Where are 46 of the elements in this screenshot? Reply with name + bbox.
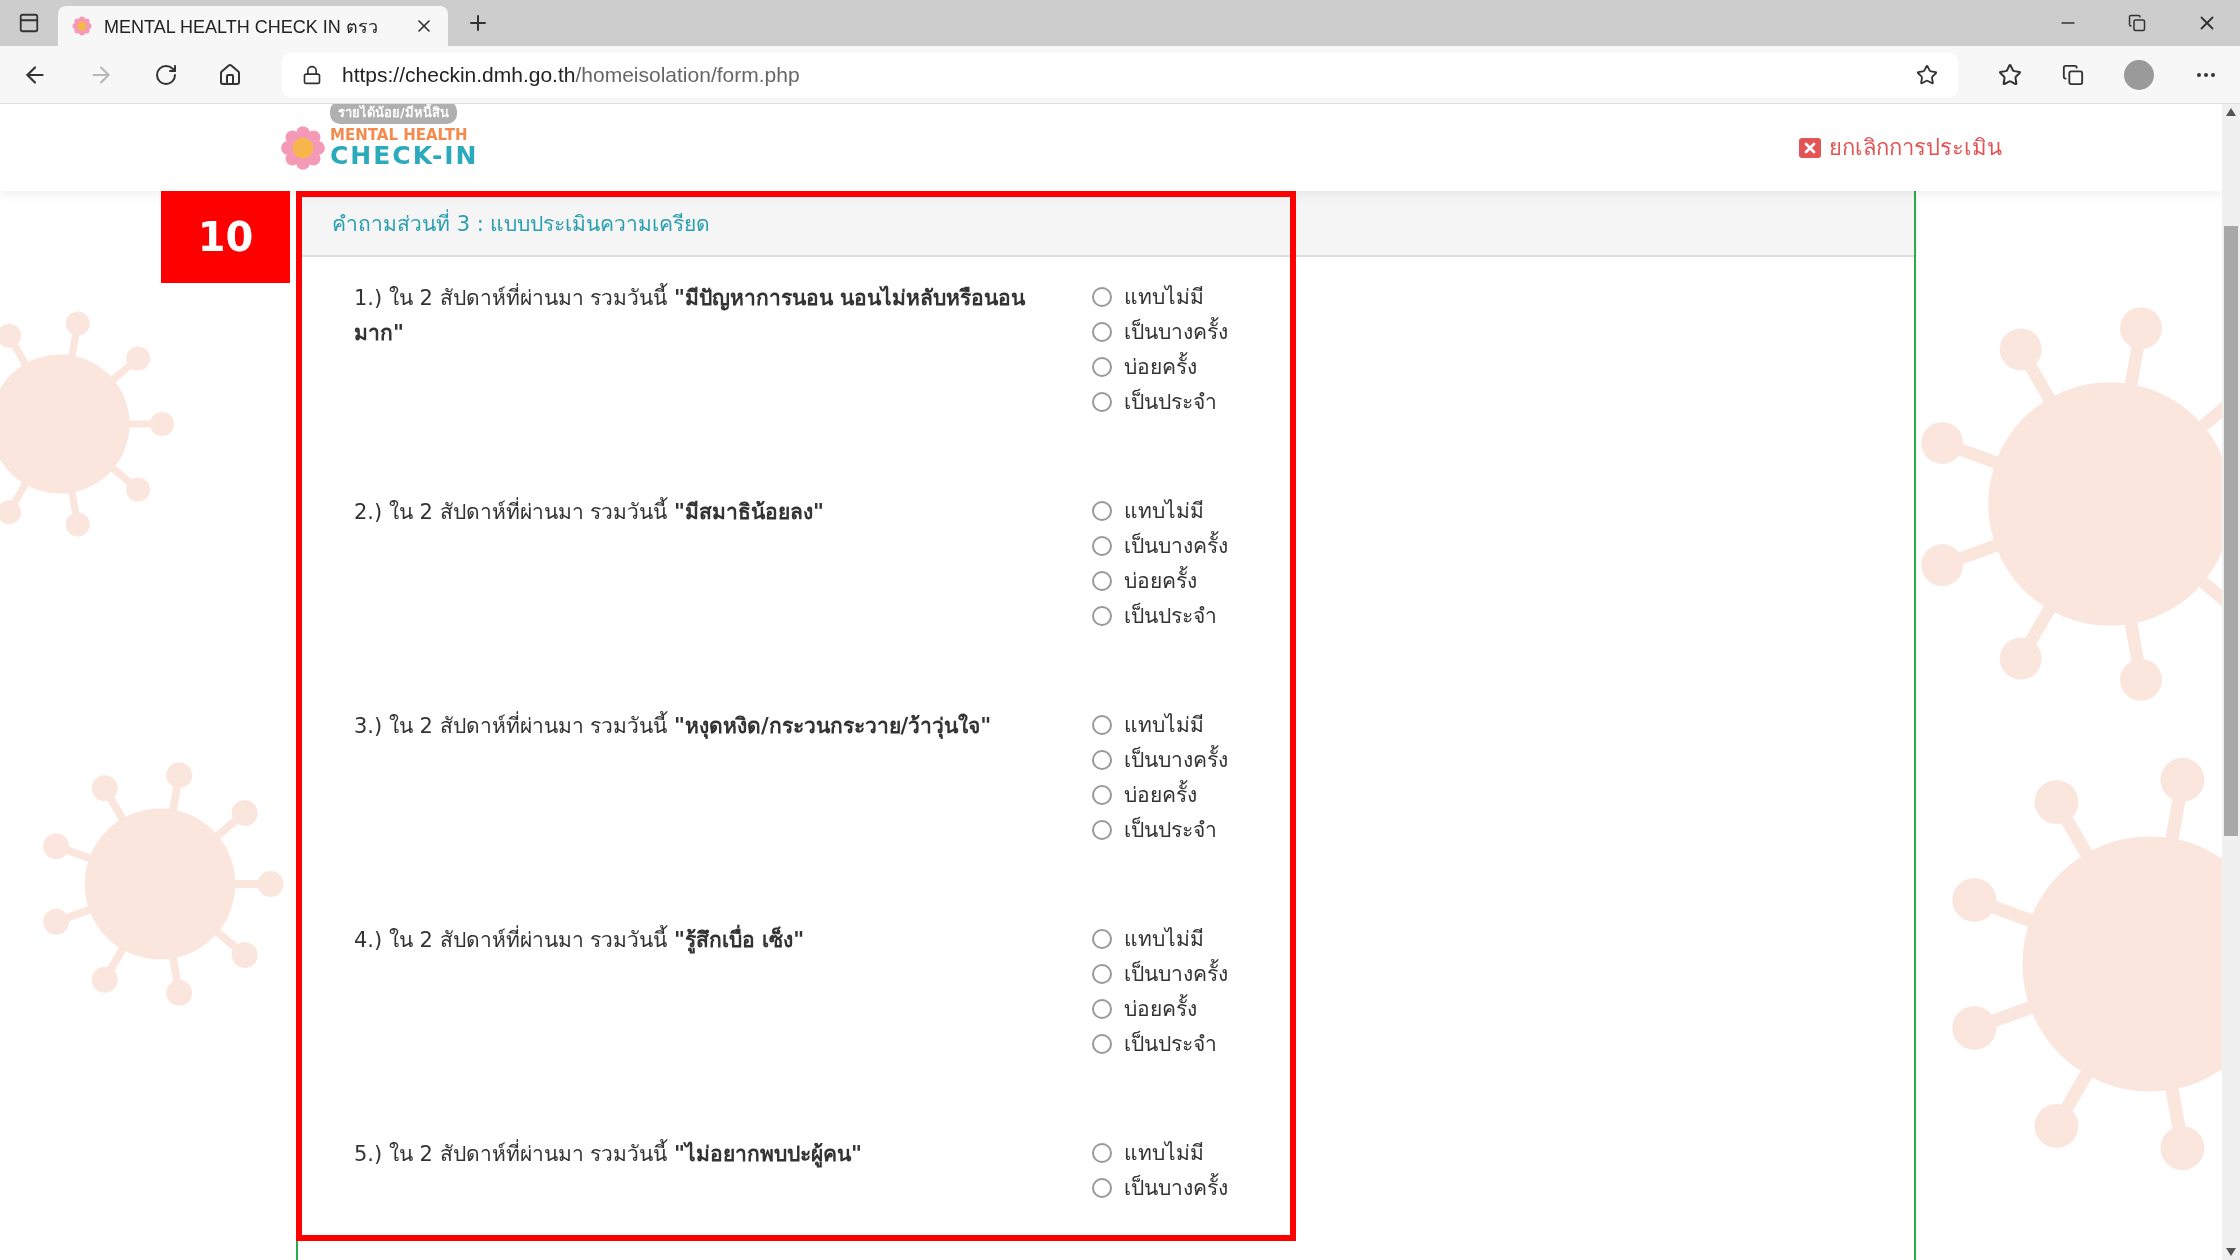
radio-option[interactable]: แทบไม่มี <box>1092 279 1228 314</box>
radio-option[interactable]: เป็นบางครั้ง <box>1092 742 1228 777</box>
scroll-up-icon[interactable] <box>2226 108 2236 116</box>
question-text: 5.) ใน 2 สัปดาห์ที่ผ่านมา รวมวันนี้ "ไม่อยากพบปะผู้คน" <box>354 1135 1074 1260</box>
radio-option[interactable]: บ่อยครั้ง <box>1092 991 1228 1026</box>
radio-option[interactable]: แทบไม่มี <box>1092 1135 1228 1170</box>
question-text: 4.) ใน 2 สัปดาห์ที่ผ่านมา รวมวันนี้ "รู้สึกเบื่อ เซ็ง" <box>354 921 1074 1135</box>
favorites-icon[interactable] <box>1998 62 2023 87</box>
radio-option[interactable]: เป็นประจำ <box>1092 598 1228 633</box>
radio-option[interactable]: บ่อยครั้ง <box>1092 777 1228 812</box>
step-badge: 10 <box>161 191 290 283</box>
scroll-down-icon[interactable] <box>2226 1248 2236 1256</box>
browser-tab[interactable]: MENTAL HEALTH CHECK IN ตรว <box>58 6 448 46</box>
close-icon <box>1799 137 1821 158</box>
question-text: 3.) ใน 2 สัปดาห์ที่ผ่านมา รวมวันนี้ "หงุดหงิด/กระวนกระวาย/ว้าวุ่นใจ" <box>354 707 1074 921</box>
tab-actions-icon[interactable] <box>18 12 40 34</box>
radio-option[interactable]: แทบไม่มี <box>1092 493 1228 528</box>
scrollbar[interactable] <box>2222 104 2240 1260</box>
radio-option[interactable]: เป็นบางครั้ง <box>1092 956 1228 991</box>
lock-icon <box>302 64 322 85</box>
url-text: https://checkin.dmh.go.th/homeisolation/form.php <box>342 62 801 87</box>
radio-option[interactable]: เป็นบางครั้ง <box>1092 1170 1228 1205</box>
reload-icon[interactable] <box>154 62 178 87</box>
favicon-icon <box>72 16 92 36</box>
radio-option[interactable]: บ่อยครั้ง <box>1092 563 1228 598</box>
profile-avatar[interactable] <box>2124 59 2154 90</box>
cancel-link[interactable]: ยกเลิกการประเมิน <box>1799 130 2002 165</box>
tab-title: MENTAL HEALTH CHECK IN ตรว <box>104 15 379 39</box>
collections-icon[interactable] <box>2062 63 2085 86</box>
question-text: 1.) ใน 2 สัปดาห์ที่ผ่านมา รวมวันนี้ "มีปัญหาการนอน นอนไม่หลับหรือนอนมาก" <box>354 279 1074 493</box>
question-text: 2.) ใน 2 สัปดาห์ที่ผ่านมา รวมวันนี้ "มีสมาธิน้อยลง" <box>354 493 1074 707</box>
logo-text: CHECK-IN <box>330 142 479 168</box>
radio-option[interactable]: เป็นประจำ <box>1092 812 1228 847</box>
restore-icon[interactable] <box>2128 14 2146 32</box>
radio-option[interactable]: เป็นประจำ <box>1092 1026 1228 1061</box>
home-icon[interactable] <box>218 62 242 87</box>
logo-icon <box>280 124 326 171</box>
radio-option[interactable]: แทบไม่มี <box>1092 707 1228 742</box>
radio-option[interactable]: แทบไม่มี <box>1092 921 1228 956</box>
radio-option[interactable]: เป็นบางครั้ง <box>1092 314 1228 349</box>
radio-option[interactable]: เป็นบางครั้ง <box>1092 528 1228 563</box>
add-favorite-icon[interactable] <box>1916 63 1939 86</box>
logo-text: MENTAL HEALTH <box>330 127 469 143</box>
address-bar[interactable]: https://checkin.dmh.go.th/homeisolation/form.php <box>282 52 1959 97</box>
radio-option[interactable]: เป็นประจำ <box>1092 384 1228 419</box>
radio-option[interactable]: บ่อยครั้ง <box>1092 349 1228 384</box>
